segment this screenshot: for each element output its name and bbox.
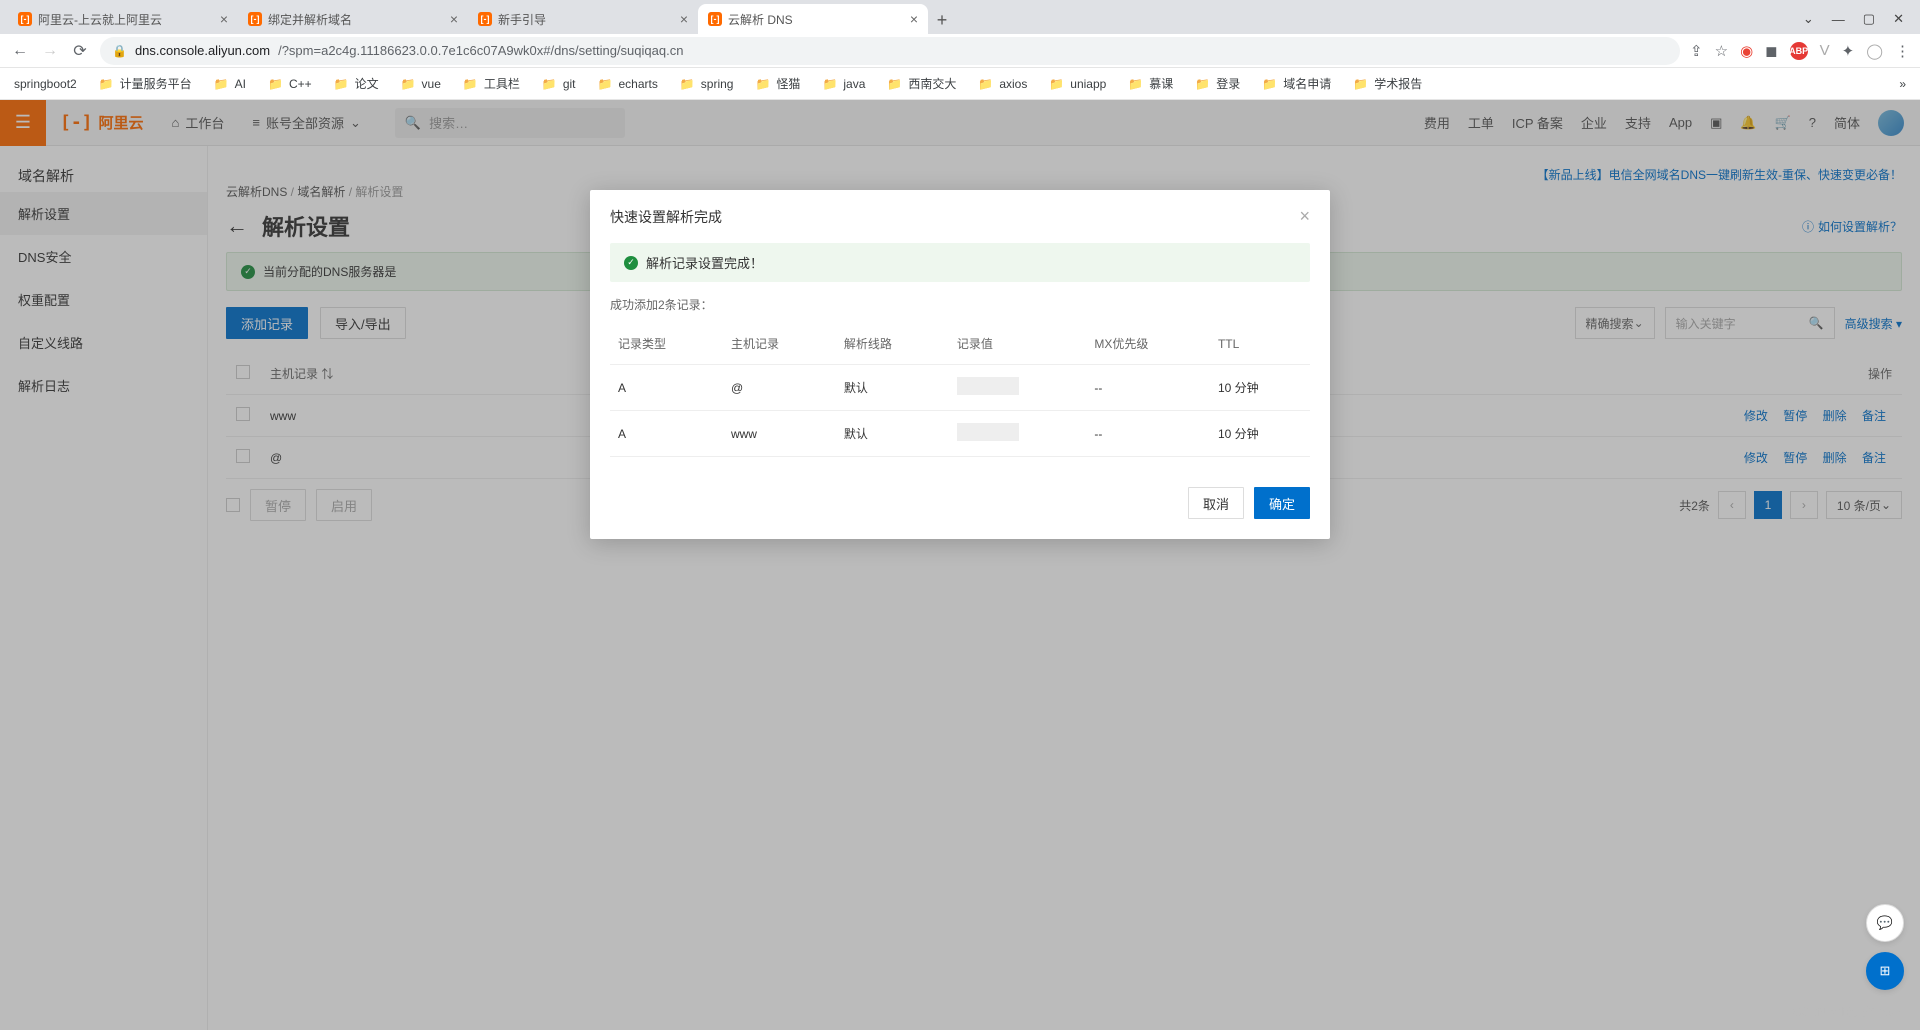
- tab-label: 新手引导: [498, 11, 546, 28]
- bookmark-item[interactable]: 📁C++: [268, 77, 312, 91]
- bookmark-item[interactable]: 📁登录: [1195, 75, 1240, 92]
- mcol-value: 记录值: [949, 323, 1087, 365]
- forward-icon: →: [40, 42, 60, 60]
- bookmark-item[interactable]: 📁echarts: [598, 77, 658, 91]
- url-host: dns.console.aliyun.com: [135, 43, 270, 58]
- chevron-down-icon[interactable]: ⌄: [1803, 11, 1814, 27]
- folder-icon: 📁: [463, 77, 478, 91]
- modal-row: A @ 默认 -- 10 分钟: [610, 365, 1310, 411]
- bookmark-overflow-icon[interactable]: »: [1899, 77, 1906, 91]
- check-icon: ✓: [624, 256, 638, 270]
- folder-icon: 📁: [1049, 77, 1064, 91]
- close-icon[interactable]: ×: [450, 11, 458, 27]
- ext-v-icon[interactable]: V: [1820, 42, 1830, 59]
- close-icon[interactable]: ×: [1299, 206, 1310, 227]
- folder-icon: 📁: [401, 77, 416, 91]
- close-icon[interactable]: ×: [910, 11, 918, 27]
- ext-circle-icon[interactable]: ◉: [1740, 42, 1753, 60]
- window-close-icon[interactable]: ✕: [1893, 11, 1904, 27]
- new-tab-button[interactable]: +: [928, 6, 956, 34]
- close-icon[interactable]: ×: [220, 11, 228, 27]
- folder-icon: 📁: [822, 77, 837, 91]
- bookmark-item[interactable]: 📁AI: [214, 77, 246, 91]
- ext-square-icon[interactable]: ◼: [1765, 42, 1777, 60]
- quick-setup-modal: 快速设置解析完成 × ✓解析记录设置完成！ 成功添加2条记录： 记录类型 主机记…: [590, 190, 1330, 539]
- bookmark-item[interactable]: 📁学术报告: [1353, 75, 1422, 92]
- tab-label: 绑定并解析域名: [268, 11, 352, 28]
- folder-icon: 📁: [1353, 77, 1368, 91]
- ok-button[interactable]: 确定: [1254, 487, 1310, 519]
- lock-icon: 🔒: [112, 44, 127, 58]
- bookmark-item[interactable]: 📁工具栏: [463, 75, 520, 92]
- url-bar[interactable]: 🔒 dns.console.aliyun.com /?spm=a2c4g.1118…: [100, 37, 1680, 65]
- folder-icon: 📁: [1262, 77, 1277, 91]
- cancel-button[interactable]: 取消: [1188, 487, 1244, 519]
- tab-label: 阿里云-上云就上阿里云: [38, 11, 162, 28]
- modal-row: A www 默认 -- 10 分钟: [610, 411, 1310, 457]
- bookmark-bar: springboot2 📁计量服务平台 📁AI 📁C++ 📁论文 📁vue 📁工…: [0, 68, 1920, 100]
- folder-icon: 📁: [214, 77, 229, 91]
- adblock-icon[interactable]: ABP: [1790, 42, 1808, 60]
- mcol-line: 解析线路: [836, 323, 949, 365]
- redacted-value: [957, 377, 1019, 395]
- apps-icon[interactable]: ⊞: [1866, 952, 1904, 990]
- modal-records-table: 记录类型 主机记录 解析线路 记录值 MX优先级 TTL A @ 默认: [610, 323, 1310, 457]
- modal-note: 成功添加2条记录：: [610, 296, 1310, 313]
- mcol-type: 记录类型: [610, 323, 723, 365]
- bookmark-item[interactable]: 📁域名申请: [1262, 75, 1331, 92]
- modal-overlay: 快速设置解析完成 × ✓解析记录设置完成！ 成功添加2条记录： 记录类型 主机记…: [0, 100, 1920, 1030]
- folder-icon: 📁: [680, 77, 695, 91]
- success-message: ✓解析记录设置完成！: [610, 243, 1310, 282]
- bookmark-item[interactable]: 📁怪猫: [755, 75, 800, 92]
- folder-icon: 📁: [598, 77, 613, 91]
- bookmark-item[interactable]: 📁西南交大: [887, 75, 956, 92]
- maximize-icon[interactable]: ▢: [1863, 11, 1875, 27]
- bookmark-item[interactable]: 📁spring: [680, 77, 734, 91]
- mcol-mx: MX优先级: [1086, 323, 1210, 365]
- folder-icon: 📁: [1128, 77, 1143, 91]
- mcol-ttl: TTL: [1210, 323, 1310, 365]
- folder-icon: 📁: [99, 77, 114, 91]
- redacted-value: [957, 423, 1019, 441]
- folder-icon: 📁: [755, 77, 770, 91]
- bookmark-item[interactable]: 📁计量服务平台: [99, 75, 192, 92]
- reload-icon[interactable]: ⟳: [70, 41, 90, 61]
- folder-icon: 📁: [887, 77, 902, 91]
- address-bar-row: ← → ⟳ 🔒 dns.console.aliyun.com /?spm=a2c4…: [0, 34, 1920, 68]
- folder-icon: 📁: [268, 77, 283, 91]
- menu-icon[interactable]: ⋮: [1895, 42, 1910, 60]
- bookmark-item[interactable]: 📁axios: [978, 77, 1027, 91]
- close-icon[interactable]: ×: [680, 11, 688, 27]
- bookmark-item[interactable]: springboot2: [14, 77, 77, 91]
- modal-title: 快速设置解析完成: [610, 207, 722, 227]
- url-path: /?spm=a2c4g.11186623.0.0.7e1c6c07A9wk0x#…: [278, 43, 683, 58]
- browser-tab-strip: [-]阿里云-上云就上阿里云× [-]绑定并解析域名× [-]新手引导× [-]…: [0, 0, 1920, 34]
- share-icon[interactable]: ⇪: [1690, 42, 1703, 60]
- tab-3[interactable]: [-]云解析 DNS×: [698, 4, 928, 34]
- tab-2[interactable]: [-]新手引导×: [468, 4, 698, 34]
- tab-label: 云解析 DNS: [728, 11, 793, 28]
- folder-icon: 📁: [1195, 77, 1210, 91]
- minimize-icon[interactable]: —: [1832, 12, 1845, 27]
- tab-0[interactable]: [-]阿里云-上云就上阿里云×: [8, 4, 238, 34]
- folder-icon: 📁: [334, 77, 349, 91]
- star-icon[interactable]: ☆: [1715, 42, 1728, 60]
- bookmark-item[interactable]: 📁git: [542, 77, 576, 91]
- folder-icon: 📁: [978, 77, 993, 91]
- bookmark-item[interactable]: 📁慕课: [1128, 75, 1173, 92]
- bookmark-item[interactable]: 📁vue: [401, 77, 441, 91]
- tab-1[interactable]: [-]绑定并解析域名×: [238, 4, 468, 34]
- mcol-host: 主机记录: [723, 323, 836, 365]
- watermark: CSDN @欧尼酱owo: [1792, 1003, 1900, 1020]
- bookmark-item[interactable]: 📁uniapp: [1049, 77, 1106, 91]
- bookmark-item[interactable]: 📁java: [822, 77, 865, 91]
- bookmark-item[interactable]: 📁论文: [334, 75, 379, 92]
- folder-icon: 📁: [542, 77, 557, 91]
- extensions-icon[interactable]: ✦: [1842, 42, 1855, 60]
- profile-icon[interactable]: ◯: [1866, 42, 1883, 60]
- feedback-icon[interactable]: 💬: [1866, 904, 1904, 942]
- back-icon[interactable]: ←: [10, 42, 30, 60]
